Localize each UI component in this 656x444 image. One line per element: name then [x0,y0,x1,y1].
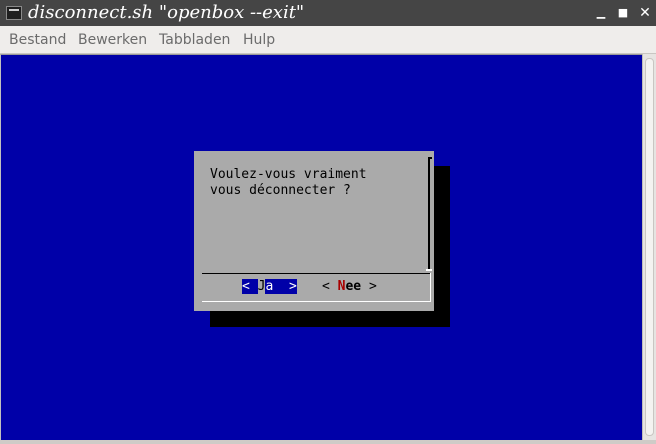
maximize-button[interactable]: ■ [614,4,632,22]
window-title: disconnect.sh "openbox --exit" [28,2,305,23]
menu-tabbladen[interactable]: Tabbladen [159,26,230,54]
menu-bar: Bestand Bewerken Tabbladen Hulp [0,26,656,54]
yes-button-close: > [281,279,297,294]
dialog-frame-right [426,157,432,271]
terminal-scrollbar[interactable] [642,54,656,440]
no-button[interactable]: < Nee > [322,279,377,295]
yes-button-open: < [242,279,258,294]
yes-button[interactable]: < Ja > [242,279,297,295]
minimize-button[interactable]: ▁ [592,4,610,22]
no-button-open: < [322,279,338,294]
no-button-close: > [361,279,377,294]
dialog-message: Voulez-vous vraiment vous déconnecter ? [210,167,367,198]
confirm-dialog: Voulez-vous vraiment vous déconnecter ? … [194,151,434,311]
dialog-separator [202,273,430,274]
dialog-frame-right-lower [430,273,431,302]
no-button-rest: ee [345,279,362,294]
window-titlebar[interactable]: disconnect.sh "openbox --exit" ▁ ■ ✕ [0,0,656,26]
dialog-frame-bottom [202,301,430,302]
close-button[interactable]: ✕ [636,4,654,22]
terminal-app-icon [6,6,22,20]
yes-button-rest: a [265,279,282,294]
menu-hulp[interactable]: Hulp [243,26,275,54]
menu-bestand[interactable]: Bestand [9,26,66,54]
scrollbar-thumb[interactable] [645,58,654,436]
menu-bewerken[interactable]: Bewerken [78,26,147,54]
window-bottom-border [0,440,656,444]
